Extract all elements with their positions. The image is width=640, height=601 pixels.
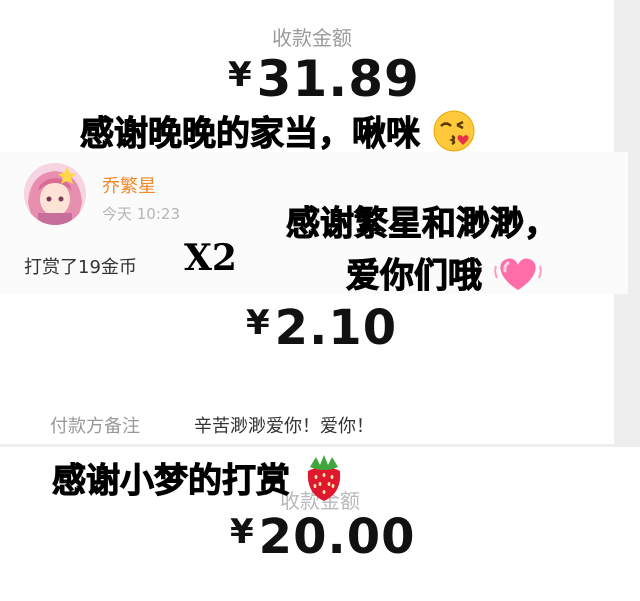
received-amount-label: 收款金额	[272, 26, 352, 50]
payment-card-3: 收款金额 感谢小梦的打赏 ¥20.00	[0, 447, 640, 601]
caption-text: 感谢小梦的打赏	[52, 461, 291, 502]
caption-text: 爱你们哦	[346, 256, 483, 297]
timestamp: 今天 10:23	[102, 205, 180, 223]
thanks-caption-2-line1: 感谢繁星和渺渺，	[286, 204, 559, 245]
strawberry-icon	[302, 453, 346, 512]
avatar[interactable]	[24, 163, 86, 225]
amount-value: 2.10	[274, 300, 398, 356]
amount-value: 20.00	[258, 509, 416, 565]
currency-symbol: ¥	[246, 303, 271, 343]
payment-card-2: ¥2.10 付款方备注 辛苦渺渺爱你！爱你！	[0, 294, 614, 444]
payer-remark-label: 付款方备注	[50, 416, 140, 437]
currency-symbol: ¥	[230, 512, 255, 552]
thanks-caption-3: 感谢小梦的打赏	[52, 453, 346, 512]
received-amount: ¥31.89	[228, 50, 420, 108]
currency-symbol: ¥	[228, 55, 253, 95]
received-amount: ¥2.10	[246, 300, 397, 356]
payment-card-1: 收款金额 ¥31.89 感谢晚晚的家当，啾咪	[0, 0, 614, 155]
amount-value: 31.89	[256, 50, 420, 108]
multiplier-label: X2	[184, 237, 237, 279]
reward-text: 打赏了19金币	[24, 257, 137, 278]
received-amount: ¥20.00	[230, 509, 416, 565]
caption-text: 感谢晚晚的家当，啾咪	[80, 114, 421, 155]
payer-remark-value: 辛苦渺渺爱你！爱你！	[194, 416, 374, 437]
username[interactable]: 乔繁星	[102, 172, 156, 198]
